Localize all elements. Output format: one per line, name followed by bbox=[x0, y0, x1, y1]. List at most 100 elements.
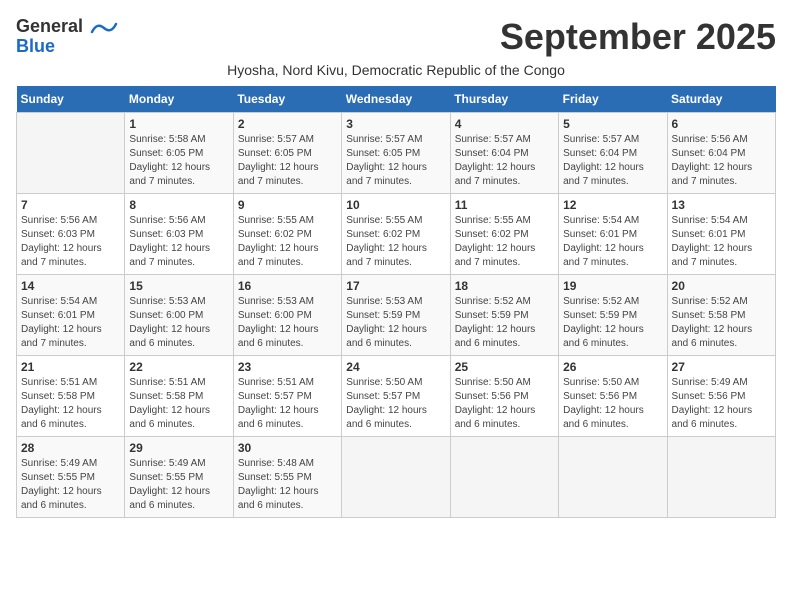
calendar-cell: 20 Sunrise: 5:52 AM Sunset: 5:58 PM Dayli… bbox=[667, 275, 775, 356]
day-info: Sunrise: 5:56 AM Sunset: 6:03 PM Dayligh… bbox=[21, 214, 120, 270]
day-number: 13 bbox=[672, 198, 771, 212]
day-number: 2 bbox=[238, 117, 337, 131]
calendar-cell bbox=[342, 437, 450, 518]
day-info: Sunrise: 5:52 AM Sunset: 5:59 PM Dayligh… bbox=[563, 295, 662, 351]
day-number: 25 bbox=[455, 360, 554, 374]
day-number: 5 bbox=[563, 117, 662, 131]
calendar-dow-wednesday: Wednesday bbox=[342, 86, 450, 113]
calendar-cell: 21Sunrise: 5:51 AM Sunset: 5:58 PM Dayli… bbox=[17, 356, 125, 437]
day-number: 21 bbox=[21, 360, 120, 374]
day-info: Sunrise: 5:54 AM Sunset: 6:01 PM Dayligh… bbox=[563, 214, 662, 270]
day-number: 18 bbox=[455, 279, 554, 293]
calendar-cell: 29 Sunrise: 5:49 AM Sunset: 5:55 PM Dayli… bbox=[125, 437, 233, 518]
calendar-cell: 5 Sunrise: 5:57 AM Sunset: 6:04 PM Daylig… bbox=[559, 113, 667, 194]
calendar-cell: 27Sunrise: 5:49 AM Sunset: 5:56 PM Dayli… bbox=[667, 356, 775, 437]
day-info: Sunrise: 5:56 AM Sunset: 6:03 PM Dayligh… bbox=[129, 214, 228, 270]
calendar-cell: 4 Sunrise: 5:57 AM Sunset: 6:04 PM Daylig… bbox=[450, 113, 558, 194]
day-number: 28 bbox=[21, 441, 120, 455]
calendar-week-row: 1Sunrise: 5:58 AM Sunset: 6:05 PM Daylig… bbox=[17, 113, 776, 194]
calendar-cell: 2 Sunrise: 5:57 AM Sunset: 6:05 PM Daylig… bbox=[233, 113, 341, 194]
day-number: 4 bbox=[455, 117, 554, 131]
calendar-cell: 30Sunrise: 5:48 AM Sunset: 5:55 PM Dayli… bbox=[233, 437, 341, 518]
day-number: 12 bbox=[563, 198, 662, 212]
day-info: Sunrise: 5:53 AM Sunset: 6:00 PM Dayligh… bbox=[129, 295, 228, 351]
calendar-week-row: 28 Sunrise: 5:49 AM Sunset: 5:55 PM Dayli… bbox=[17, 437, 776, 518]
day-number: 1 bbox=[129, 117, 228, 131]
calendar-cell: 13 Sunrise: 5:54 AM Sunset: 6:01 PM Dayli… bbox=[667, 194, 775, 275]
calendar-cell: 3 Sunrise: 5:57 AM Sunset: 6:05 PM Daylig… bbox=[342, 113, 450, 194]
day-number: 3 bbox=[346, 117, 445, 131]
calendar-cell: 23Sunrise: 5:51 AM Sunset: 5:57 PM Dayli… bbox=[233, 356, 341, 437]
calendar-cell bbox=[559, 437, 667, 518]
day-info: Sunrise: 5:56 AM Sunset: 6:04 PM Dayligh… bbox=[672, 133, 771, 189]
calendar-dow-friday: Friday bbox=[559, 86, 667, 113]
calendar-dow-monday: Monday bbox=[125, 86, 233, 113]
calendar-dow-thursday: Thursday bbox=[450, 86, 558, 113]
day-info: Sunrise: 5:51 AM Sunset: 5:58 PM Dayligh… bbox=[129, 376, 228, 432]
day-info: Sunrise: 5:55 AM Sunset: 6:02 PM Dayligh… bbox=[346, 214, 445, 270]
logo: General Blue bbox=[16, 16, 118, 55]
day-info: Sunrise: 5:53 AM Sunset: 6:00 PM Dayligh… bbox=[238, 295, 337, 351]
calendar-cell: 24 Sunrise: 5:50 AM Sunset: 5:57 PM Dayli… bbox=[342, 356, 450, 437]
calendar-cell: 25 Sunrise: 5:50 AM Sunset: 5:56 PM Dayli… bbox=[450, 356, 558, 437]
day-info: Sunrise: 5:55 AM Sunset: 6:02 PM Dayligh… bbox=[455, 214, 554, 270]
calendar-cell: 17 Sunrise: 5:53 AM Sunset: 5:59 PM Dayli… bbox=[342, 275, 450, 356]
day-number: 17 bbox=[346, 279, 445, 293]
calendar-cell: 12 Sunrise: 5:54 AM Sunset: 6:01 PM Dayli… bbox=[559, 194, 667, 275]
day-info: Sunrise: 5:49 AM Sunset: 5:55 PM Dayligh… bbox=[129, 457, 228, 513]
day-info: Sunrise: 5:57 AM Sunset: 6:04 PM Dayligh… bbox=[455, 133, 554, 189]
calendar-dow-tuesday: Tuesday bbox=[233, 86, 341, 113]
calendar-week-row: 7Sunrise: 5:56 AM Sunset: 6:03 PM Daylig… bbox=[17, 194, 776, 275]
day-number: 19 bbox=[563, 279, 662, 293]
calendar-cell bbox=[450, 437, 558, 518]
logo-general-text: General bbox=[16, 16, 83, 36]
day-info: Sunrise: 5:57 AM Sunset: 6:05 PM Dayligh… bbox=[346, 133, 445, 189]
day-number: 6 bbox=[672, 117, 771, 131]
day-number: 14 bbox=[21, 279, 120, 293]
calendar-cell: 14 Sunrise: 5:54 AM Sunset: 6:01 PM Dayli… bbox=[17, 275, 125, 356]
day-info: Sunrise: 5:54 AM Sunset: 6:01 PM Dayligh… bbox=[672, 214, 771, 270]
calendar-cell: 28Sunrise: 5:49 AM Sunset: 5:55 PM Dayli… bbox=[17, 437, 125, 518]
day-info: Sunrise: 5:49 AM Sunset: 5:56 PM Dayligh… bbox=[672, 376, 771, 432]
day-info: Sunrise: 5:57 AM Sunset: 6:04 PM Dayligh… bbox=[563, 133, 662, 189]
day-info: Sunrise: 5:55 AM Sunset: 6:02 PM Dayligh… bbox=[238, 214, 337, 270]
day-number: 10 bbox=[346, 198, 445, 212]
day-info: Sunrise: 5:50 AM Sunset: 5:56 PM Dayligh… bbox=[455, 376, 554, 432]
day-number: 8 bbox=[129, 198, 228, 212]
calendar-week-row: 14 Sunrise: 5:54 AM Sunset: 6:01 PM Dayli… bbox=[17, 275, 776, 356]
calendar-cell: 18 Sunrise: 5:52 AM Sunset: 5:59 PM Dayli… bbox=[450, 275, 558, 356]
calendar-week-row: 21 Sunrise: 5:51 AM Sunset: 5:58 PM Dayli… bbox=[17, 356, 776, 437]
day-info: Sunrise: 5:52 AM Sunset: 5:58 PM Dayligh… bbox=[672, 295, 771, 351]
calendar-header: SundayMondayTuesdayWednesdayThursdayFrid… bbox=[17, 86, 776, 113]
month-title: September 2025 bbox=[500, 16, 776, 58]
logo-blue-text: Blue bbox=[16, 37, 55, 55]
day-info: Sunrise: 5:53 AM Sunset: 5:59 PM Dayligh… bbox=[346, 295, 445, 351]
day-number: 29 bbox=[129, 441, 228, 455]
day-number: 22 bbox=[129, 360, 228, 374]
day-number: 11 bbox=[455, 198, 554, 212]
day-info: Sunrise: 5:50 AM Sunset: 5:57 PM Dayligh… bbox=[346, 376, 445, 432]
day-number: 23 bbox=[238, 360, 337, 374]
calendar-cell: 9Sunrise: 5:55 AM Sunset: 6:02 PM Daylig… bbox=[233, 194, 341, 275]
calendar-cell: 15Sunrise: 5:53 AM Sunset: 6:00 PM Dayli… bbox=[125, 275, 233, 356]
day-number: 20 bbox=[672, 279, 771, 293]
page-header: General Blue September 2025 bbox=[16, 16, 776, 58]
calendar-dow-sunday: Sunday bbox=[17, 86, 125, 113]
day-number: 24 bbox=[346, 360, 445, 374]
calendar-cell: 1Sunrise: 5:58 AM Sunset: 6:05 PM Daylig… bbox=[125, 113, 233, 194]
day-number: 30 bbox=[238, 441, 337, 455]
calendar-cell: 26 Sunrise: 5:50 AM Sunset: 5:56 PM Dayli… bbox=[559, 356, 667, 437]
calendar-cell: 6 Sunrise: 5:56 AM Sunset: 6:04 PM Daylig… bbox=[667, 113, 775, 194]
calendar-cell bbox=[17, 113, 125, 194]
day-number: 26 bbox=[563, 360, 662, 374]
logo-wave-icon bbox=[90, 20, 118, 36]
calendar-cell: 10 Sunrise: 5:55 AM Sunset: 6:02 PM Dayli… bbox=[342, 194, 450, 275]
calendar-cell: 19 Sunrise: 5:52 AM Sunset: 5:59 PM Dayli… bbox=[559, 275, 667, 356]
day-info: Sunrise: 5:57 AM Sunset: 6:05 PM Dayligh… bbox=[238, 133, 337, 189]
day-info: Sunrise: 5:54 AM Sunset: 6:01 PM Dayligh… bbox=[21, 295, 120, 351]
day-info: Sunrise: 5:50 AM Sunset: 5:56 PM Dayligh… bbox=[563, 376, 662, 432]
calendar-cell: 7Sunrise: 5:56 AM Sunset: 6:03 PM Daylig… bbox=[17, 194, 125, 275]
calendar-cell: 8 Sunrise: 5:56 AM Sunset: 6:03 PM Daylig… bbox=[125, 194, 233, 275]
day-info: Sunrise: 5:52 AM Sunset: 5:59 PM Dayligh… bbox=[455, 295, 554, 351]
calendar-cell: 22 Sunrise: 5:51 AM Sunset: 5:58 PM Dayli… bbox=[125, 356, 233, 437]
